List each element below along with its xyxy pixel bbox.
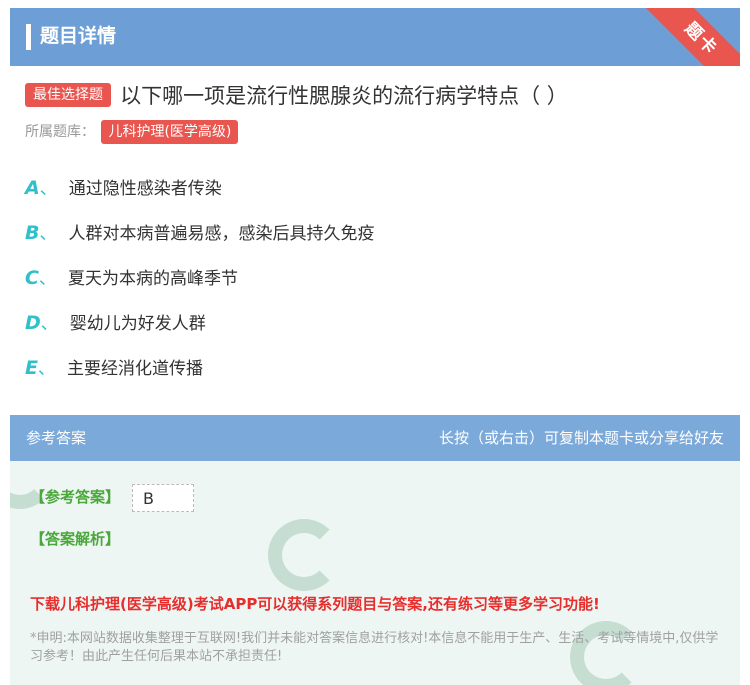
question-type-tag: 最佳选择题: [25, 83, 111, 107]
page-title: 题目详情: [40, 25, 117, 47]
answer-value: B: [132, 484, 194, 512]
option-separator: 、: [37, 359, 55, 379]
library-row: 所属题库： 儿科护理(医学高级): [25, 120, 239, 144]
watermark-logo-icon: [268, 519, 340, 591]
answer-section-header: 参考答案 长按（或右击）可复制本题卡或分享给好友: [10, 415, 740, 461]
option-separator: 、: [39, 179, 57, 199]
corner-badge: 题卡: [640, 8, 740, 66]
option-separator: 、: [39, 224, 57, 244]
option-a[interactable]: A、 通过隐性感染者传染: [25, 175, 222, 201]
share-hint: 长按（或右击）可复制本题卡或分享给好友: [438, 429, 724, 447]
app-download-promo[interactable]: 下载儿科护理(医学高级)考试APP可以获得系列题目与答案,还有练习等更多学习功能…: [30, 593, 600, 614]
option-d[interactable]: D、 婴幼儿为好发人群: [25, 310, 206, 336]
option-letter: C: [25, 267, 39, 289]
answer-section-title: 参考答案: [26, 429, 87, 447]
option-text: 通过隐性感染者传染: [68, 179, 222, 199]
question-row: 最佳选择题 以下哪一项是流行性腮腺炎的流行病学特点（ ）: [25, 80, 725, 110]
option-text: 婴幼儿为好发人群: [69, 314, 206, 334]
option-b[interactable]: B、 人群对本病普遍易感，感染后具持久免疫: [25, 220, 374, 246]
option-letter: D: [25, 312, 41, 334]
option-letter: A: [25, 177, 40, 199]
library-tag[interactable]: 儿科护理(医学高级): [101, 120, 239, 144]
header-accent-bar: [26, 24, 31, 50]
answer-label: 【参考答案】: [30, 488, 121, 506]
disclaimer-text: *申明:本网站数据收集整理于互联网!我们并未能对答案信息进行核对!本信息不能用于…: [30, 631, 719, 664]
option-e[interactable]: E、 主要经消化道传播: [25, 355, 203, 381]
option-letter: B: [25, 222, 40, 244]
option-text: 人群对本病普遍易感，感染后具持久免疫: [68, 224, 375, 244]
option-text: 夏天为本病的高峰季节: [67, 269, 238, 289]
library-label: 所属题库：: [25, 124, 95, 140]
question-text: 以下哪一项是流行性腮腺炎的流行病学特点（ ）: [120, 84, 568, 108]
option-c[interactable]: C、 夏天为本病的高峰季节: [25, 265, 238, 291]
explanation-label: 【答案解析】: [30, 530, 121, 548]
option-letter: E: [25, 357, 38, 379]
option-text: 主要经消化道传播: [66, 359, 203, 379]
option-separator: 、: [40, 314, 58, 334]
corner-ribbon: 题卡: [640, 8, 740, 66]
option-separator: 、: [38, 269, 56, 289]
card-header: 题目详情 题卡: [10, 8, 740, 66]
